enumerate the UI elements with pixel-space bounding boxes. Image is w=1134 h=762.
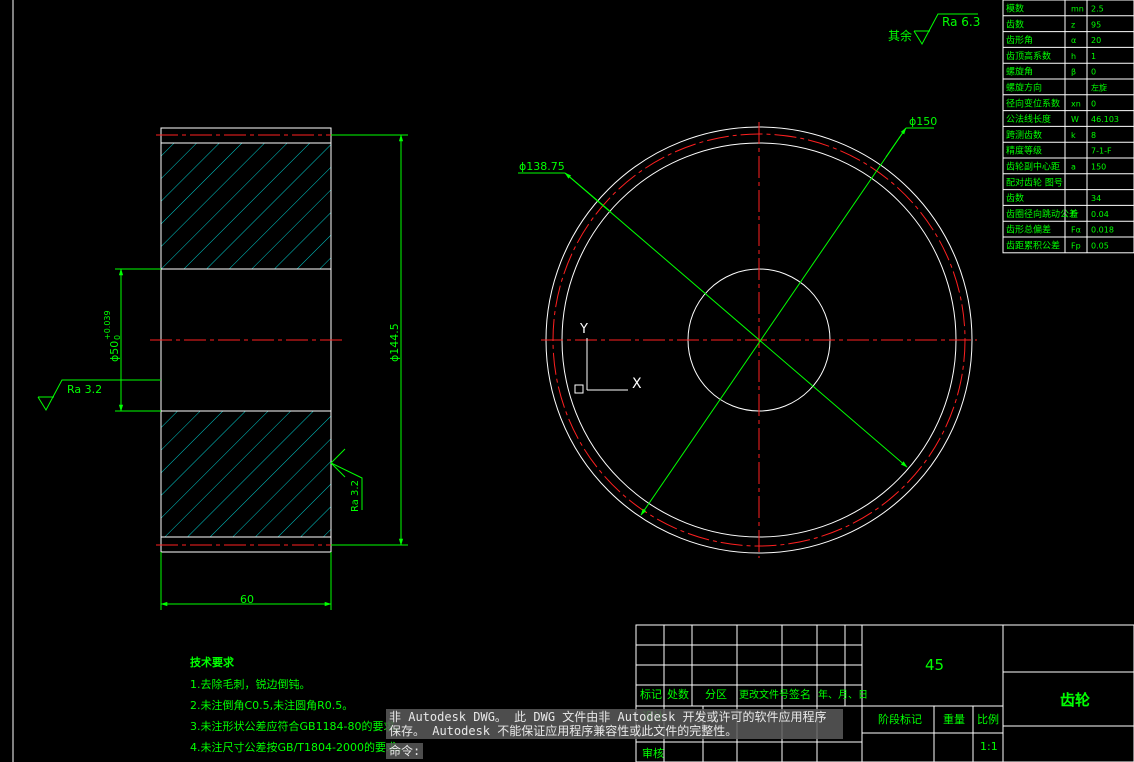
param-name: 公法线长度 <box>1006 113 1051 125</box>
part-name: 齿轮 <box>1060 691 1090 709</box>
hatch-upper <box>161 143 331 269</box>
param-symbol: β <box>1071 68 1076 77</box>
dim-width: 60 <box>240 593 254 606</box>
param-name: 齿形角 <box>1006 34 1033 46</box>
param-symbol: α <box>1071 36 1076 45</box>
svg-text:重量: 重量 <box>943 712 965 726</box>
param-symbol: h <box>1071 52 1076 61</box>
tech-title: 技术要求 <box>190 655 235 669</box>
technical-requirements: 技术要求 1.去除毛刺，锐边倒钝。 2.未注倒角C0.5,未注圆角R0.5。 3… <box>190 655 408 754</box>
param-name: 齿圈径向跳动公差 <box>1006 208 1078 220</box>
tech-item-4: 4.未注尺寸公差按GB/T1804-2000的要求。 <box>190 740 408 754</box>
gear-parameter-table[interactable]: 模数 mn 2.5 齿数 z 95 齿形角 α 20 齿顶高系数 h 1 螺旋角 β 0 螺旋方向 左旋径向变位… <box>1002 0 1134 254</box>
param-value: 20 <box>1091 36 1101 45</box>
dim-bore-tol-upper: +0.039 <box>103 310 112 340</box>
dim-root-dia: ϕ144.5 <box>388 323 401 362</box>
svg-text:比例: 比例 <box>977 712 999 726</box>
tech-item-1: 1.去除毛刺，锐边倒钝。 <box>190 677 311 691</box>
warning-line-1: 非 Autodesk DWG。 此 DWG 文件由非 Autodesk 开发或许… <box>389 710 827 724</box>
param-symbol: Fα <box>1071 226 1081 235</box>
param-symbol: z <box>1071 20 1075 29</box>
param-name: 齿轮副中心距 <box>1006 161 1060 173</box>
front-view[interactable]: ϕ138.75 ϕ150 Y X <box>518 115 977 558</box>
tech-item-3: 3.未注形状公差应符合GB1184-80的要求。 <box>190 719 406 733</box>
param-value: 0 <box>1091 99 1096 108</box>
param-name: 精度等级 <box>1006 145 1042 157</box>
param-value: 150 <box>1091 163 1106 172</box>
param-symbol: Fp <box>1071 242 1081 251</box>
roughness-symbol-bore: Ra 3.2 <box>37 379 161 412</box>
param-value: 0 <box>1091 68 1096 77</box>
svg-text:分区: 分区 <box>705 688 727 701</box>
param-value: 95 <box>1091 20 1101 29</box>
svg-text:Y: Y <box>579 322 588 337</box>
svg-text:阶段标记: 阶段标记 <box>878 712 922 726</box>
command-line[interactable]: 命令: <box>386 743 424 759</box>
ucs-icon: Y X <box>574 322 642 394</box>
param-value: 34 <box>1091 194 1101 203</box>
dim-bore: ϕ50 <box>108 341 121 362</box>
param-symbol: mn <box>1071 5 1084 14</box>
tech-item-2: 2.未注倒角C0.5,未注圆角R0.5。 <box>190 698 353 712</box>
section-view[interactable]: 60 ϕ50 +0.039 0 ϕ144.5 Ra 3.2 Ra 3.2 <box>37 127 408 610</box>
svg-text:Ra 3.2: Ra 3.2 <box>67 383 102 396</box>
svg-text:签名: 签名 <box>789 687 811 701</box>
param-symbol: k <box>1071 131 1076 140</box>
param-name: 配对齿轮 图号 <box>1006 176 1063 188</box>
param-value: 46.103 <box>1091 115 1119 124</box>
param-value: 左旋 <box>1091 83 1107 93</box>
svg-text:更改文件号: 更改文件号 <box>739 688 789 701</box>
param-symbol: xn <box>1071 99 1081 108</box>
svg-text:Ra 6.3: Ra 6.3 <box>942 15 980 29</box>
svg-text:1:1: 1:1 <box>980 740 998 753</box>
param-value: 2.5 <box>1091 5 1104 14</box>
param-name: 模数 <box>1006 3 1024 15</box>
param-symbol: W <box>1071 115 1079 124</box>
command-history: 非 Autodesk DWG。 此 DWG 文件由非 Autodesk 开发或许… <box>386 709 843 739</box>
param-name: 齿距累积公差 <box>1006 240 1060 252</box>
param-name: 螺旋方向 <box>1006 82 1042 94</box>
param-value: 0.05 <box>1091 242 1109 251</box>
roughness-symbol-face: Ra 3.2 <box>330 448 363 512</box>
param-name: 螺旋角 <box>1006 66 1033 78</box>
svg-text:X: X <box>632 376 642 392</box>
param-value: 0.04 <box>1091 210 1109 219</box>
svg-text:审核: 审核 <box>642 746 664 760</box>
param-value: 7-1-F <box>1091 147 1112 156</box>
param-name: 齿数 <box>1006 18 1024 30</box>
param-value: 8 <box>1091 131 1096 140</box>
param-value: 0.018 <box>1091 226 1114 235</box>
param-name: 径向变位系数 <box>1006 97 1060 109</box>
roughness-other: 其余 Ra 6.3 <box>888 13 980 46</box>
hatch-lower <box>161 411 331 537</box>
param-name: 齿形总偏差 <box>1006 224 1051 236</box>
param-symbol: a <box>1071 163 1076 172</box>
svg-text:年、月、日: 年、月、日 <box>818 688 868 701</box>
warning-line-2: 保存。 Autodesk 不能保证应用程序兼容性或此文件的完整性。 <box>389 724 738 738</box>
dim-outer-dia: ϕ150 <box>909 115 937 128</box>
dim-bore-tol-lower: 0 <box>113 335 122 340</box>
svg-text:标记: 标记 <box>640 687 662 701</box>
param-symbol: Fr <box>1071 210 1079 219</box>
param-name: 齿顶高系数 <box>1006 50 1051 62</box>
dim-pitch-dia: ϕ138.75 <box>519 160 565 173</box>
param-name: 跨测齿数 <box>1006 129 1042 141</box>
param-value: 1 <box>1091 52 1096 61</box>
svg-text:处数: 处数 <box>667 688 689 701</box>
param-name: 齿数 <box>1006 192 1024 204</box>
svg-text:其余: 其余 <box>888 28 912 43</box>
cad-drawing-canvas[interactable]: 60 ϕ50 +0.039 0 ϕ144.5 Ra 3.2 Ra 3.2 ϕ13… <box>0 0 1134 762</box>
svg-text:Ra 3.2: Ra 3.2 <box>350 480 361 512</box>
material: 45 <box>925 656 944 674</box>
